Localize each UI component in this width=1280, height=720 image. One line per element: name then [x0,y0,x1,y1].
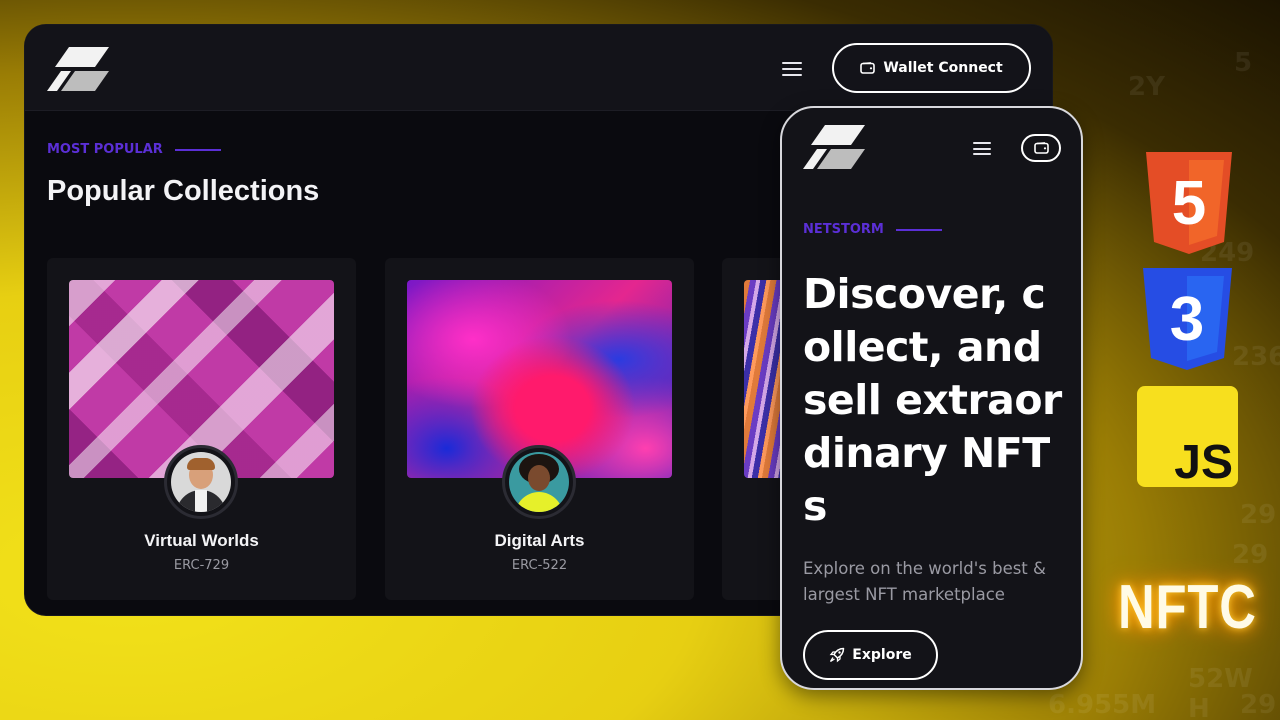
mobile-preview: NETSTORM Discover, collect, and sell ext… [780,106,1083,690]
hero-eyebrow: NETSTORM [803,222,942,237]
wallet-icon [1033,142,1049,154]
explore-label: Explore [852,647,912,663]
hamburger-icon[interactable] [973,142,991,155]
section-title: Popular Collections [47,175,320,207]
wallet-button[interactable] [1021,134,1061,162]
wallet-icon [860,62,876,74]
explore-button[interactable]: Explore [803,630,938,680]
eyebrow-label: MOST POPULAR [47,142,163,157]
javascript-icon: JS [1137,386,1238,487]
collection-standard: ERC-729 [173,558,230,573]
collection-name: Virtual Worlds [144,531,259,550]
avatar-ring [502,445,576,519]
css3-icon: 3 [1143,268,1232,370]
collection-name: Digital Arts [494,531,585,550]
collection-card[interactable]: Virtual Worlds ERC-729 [47,258,356,600]
bg-number: 29 [1240,500,1277,530]
css3-label: 3 [1170,285,1204,354]
wallet-connect-button[interactable]: Wallet Connect [832,43,1031,93]
html5-icon: 5 [1146,152,1232,254]
netstorm-logo-icon[interactable] [803,125,865,169]
wallet-connect-label: Wallet Connect [883,60,1003,76]
js-label: JS [1174,436,1233,487]
hero-title: Discover, collect, and sell extraordinar… [803,270,1062,530]
brand-text: NFTC [1118,573,1257,642]
collection-standard: ERC-522 [511,558,568,573]
avatar-ring [164,445,238,519]
eyebrow-label: NETSTORM [803,222,884,237]
desktop-header: Wallet Connect [25,25,1052,111]
avatar [509,452,569,512]
netstorm-logo-icon[interactable] [47,47,109,91]
bg-number: 236 [1232,342,1280,372]
bg-number: 5 [1234,48,1253,78]
section-eyebrow: MOST POPULAR [47,142,221,157]
bg-number: 29 [1232,540,1269,570]
rocket-icon [829,647,845,663]
bg-number: 29 [1240,690,1277,720]
eyebrow-line [174,148,221,151]
hero-subtitle: Explore on the world's best & largest NF… [803,559,1046,604]
bg-number: 2Y [1128,72,1165,102]
avatar [171,452,231,512]
html5-label: 5 [1172,169,1206,238]
bg-number: 6.955M [1048,690,1157,720]
eyebrow-line [895,228,942,231]
collection-card[interactable]: Digital Arts ERC-522 [385,258,694,600]
hamburger-icon[interactable] [782,62,802,76]
